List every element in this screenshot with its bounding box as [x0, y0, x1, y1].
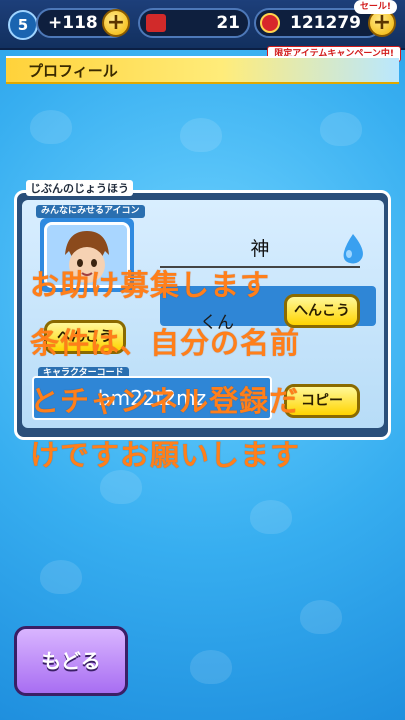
coin-icon	[260, 13, 280, 33]
sale-tag: セール!	[353, 0, 397, 14]
top-status-bar: 5 +118 + 21 121279 + セール!	[0, 0, 405, 50]
character-avatar-icon	[47, 225, 127, 285]
coin-value: 121279	[290, 13, 361, 33]
page-title-bar: プロフィール	[6, 56, 399, 84]
character-code-value: bm22t2mz	[97, 386, 207, 410]
ticket-icon	[146, 14, 166, 32]
water-drop-icon	[343, 234, 363, 264]
background-ghost-icon	[300, 600, 342, 634]
honorific-value: くん	[200, 313, 234, 333]
level-badge: 5	[8, 10, 38, 40]
icon-label: みんなにみせるアイコン	[36, 205, 145, 218]
background-ghost-icon	[100, 470, 142, 504]
background-ghost-icon	[40, 560, 82, 594]
back-button[interactable]: もどる	[14, 626, 128, 696]
change-honorific-button[interactable]: へんこう	[284, 294, 360, 328]
background-ghost-icon	[180, 118, 222, 152]
section-label: じぶんのじょうほう	[26, 180, 133, 196]
page-title: プロフィール	[28, 62, 118, 80]
background-ghost-icon	[30, 110, 72, 144]
copy-code-button[interactable]: コピー	[284, 384, 360, 418]
background-ghost-icon	[190, 650, 232, 684]
background-ghost-icon	[320, 112, 362, 146]
stamina-value: +118	[48, 13, 98, 33]
player-name-field: 神	[160, 232, 360, 268]
add-stamina-button[interactable]: +	[102, 9, 130, 37]
background-ghost-icon	[250, 500, 292, 534]
ticket-value: 21	[216, 13, 240, 33]
avatar	[44, 222, 130, 288]
change-icon-button[interactable]: へんこう	[44, 320, 126, 354]
ticket-counter: 21	[138, 8, 250, 38]
